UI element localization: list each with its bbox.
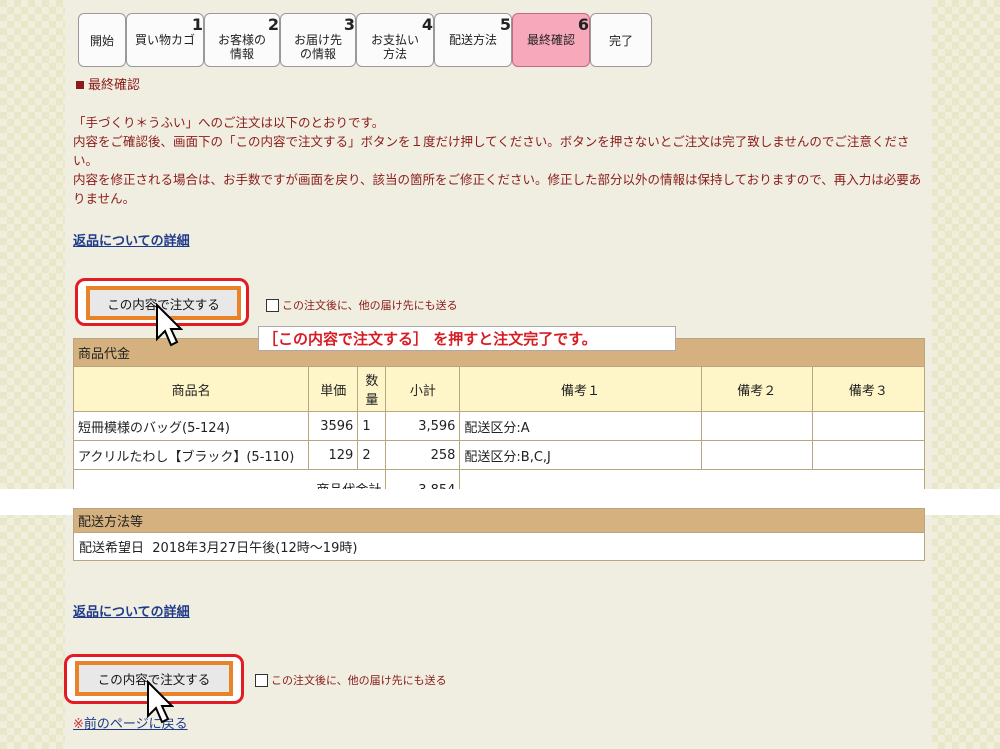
delivery-date-label: 配送希望日: [79, 541, 145, 556]
product-name: 短冊模様のバッグ(5-124): [72, 411, 310, 441]
intro-line: 内容をご確認後、画面下の「この内容で注文する」ボタンを１度だけ押してください。ボ…: [73, 134, 910, 168]
return-policy-link[interactable]: 返品についての詳細: [73, 230, 190, 249]
step-progress-bar: 開始 1 買い物カゴ 2 お客様の 情報 3 お届け先 の情報 4 お支払い 方法 5 配送方法…: [78, 13, 653, 67]
note1: 配送区分:A: [459, 411, 702, 441]
col-header-name: 商品名: [72, 366, 310, 412]
note2: [700, 411, 813, 441]
step-number: 6: [577, 15, 589, 34]
step-label: お届け先 の情報: [293, 33, 342, 61]
col-header-note2: 備考２: [700, 366, 813, 412]
mouse-cursor-icon-bottom: [147, 680, 174, 724]
note1: 配送区分:B,C,J: [459, 440, 702, 470]
instruction-callout: ［この内容で注文する］ を押すと注文完了です。: [258, 326, 676, 351]
note3: [811, 440, 926, 470]
also-send-checkbox-row-bottom: この注文後に、他の届け先にも送る: [255, 672, 447, 688]
product-table: 商品代金 商品名 単価 数量 小計 備考１ 備考２ 備考３ 短冊模様のバッグ(5…: [72, 338, 926, 499]
col-header-price: 単価: [308, 366, 359, 412]
step-label: 配送方法: [448, 33, 497, 47]
section-title: 最終確認: [76, 74, 140, 93]
step-number: 2: [267, 15, 279, 34]
step-delivery-address: 3 お届け先 の情報: [280, 13, 356, 67]
note-mark: ※: [73, 717, 84, 732]
step-number: 1: [191, 15, 203, 34]
unit-price: 129: [308, 440, 359, 470]
col-header-note3: 備考３: [811, 366, 926, 412]
step-label: 最終確認: [526, 33, 575, 47]
step-label: 完了: [608, 34, 633, 48]
intro-text: 「手づくり＊うふい」へのご注文は以下のとおりです。 内容をご確認後、画面下の「こ…: [73, 113, 928, 208]
product-name: アクリルたわし【ブラック】(5-110): [72, 440, 310, 470]
section-title-text: 最終確認: [88, 78, 141, 93]
also-send-label: この注文後に、他の届け先にも送る: [282, 299, 458, 312]
step-cart: 1 買い物カゴ: [126, 13, 204, 67]
step-number: 4: [421, 15, 433, 34]
table-row: アクリルたわし【ブラック】(5-110) 129 2 258 配送区分:B,C,…: [72, 440, 926, 470]
intro-line: 「手づくり＊うふい」へのご注文は以下のとおりです。: [73, 115, 385, 130]
subtotal: 258: [385, 440, 461, 470]
note3: [811, 411, 926, 441]
col-header-note1: 備考１: [459, 366, 702, 412]
mouse-cursor-icon: [156, 303, 183, 347]
step-number: 5: [499, 15, 511, 34]
step-label: お支払い 方法: [370, 33, 419, 61]
unit-price: 3596: [308, 411, 359, 441]
also-send-label-bottom: この注文後に、他の届け先にも送る: [271, 674, 447, 687]
step-final-confirm: 6 最終確認: [512, 13, 590, 67]
step-label: 開始: [89, 34, 114, 48]
intro-line: 内容を修正される場合は、お手数ですが画面を戻り、該当の箇所をご修正ください。修正…: [73, 172, 922, 206]
render-gap-overlay: [0, 495, 1000, 515]
step-label: お客様の 情報: [217, 33, 266, 61]
step-customer-info: 2 お客様の 情報: [204, 13, 280, 67]
square-icon: [76, 81, 84, 89]
step-shipping: 5 配送方法: [434, 13, 512, 67]
return-policy-link-bottom[interactable]: 返品についての詳細: [73, 601, 190, 620]
quantity: 2: [357, 440, 387, 470]
col-header-qty: 数量: [357, 366, 387, 412]
step-payment: 4 お支払い 方法: [356, 13, 434, 67]
subtotal: 3,596: [385, 411, 461, 441]
col-header-subtotal: 小計: [385, 366, 461, 412]
delivery-date-row: 配送希望日 2018年3月27日午後(12時～19時): [73, 532, 925, 561]
also-send-checkbox[interactable]: [266, 298, 279, 312]
delivery-table: 配送方法等 配送希望日 2018年3月27日午後(12時～19時): [73, 508, 925, 561]
step-complete: 完了: [590, 13, 652, 67]
step-start: 開始: [78, 13, 126, 67]
quantity: 1: [357, 411, 387, 441]
also-send-checkbox-row: この注文後に、他の届け先にも送る: [266, 297, 458, 313]
delivery-date-value: 2018年3月27日午後(12時～19時): [152, 541, 358, 556]
table-row: 短冊模様のバッグ(5-124) 3596 1 3,596 配送区分:A: [72, 411, 926, 441]
step-number: 3: [343, 15, 355, 34]
step-label: 買い物カゴ: [134, 33, 195, 47]
note2: [700, 440, 813, 470]
also-send-checkbox-bottom[interactable]: [255, 673, 268, 687]
